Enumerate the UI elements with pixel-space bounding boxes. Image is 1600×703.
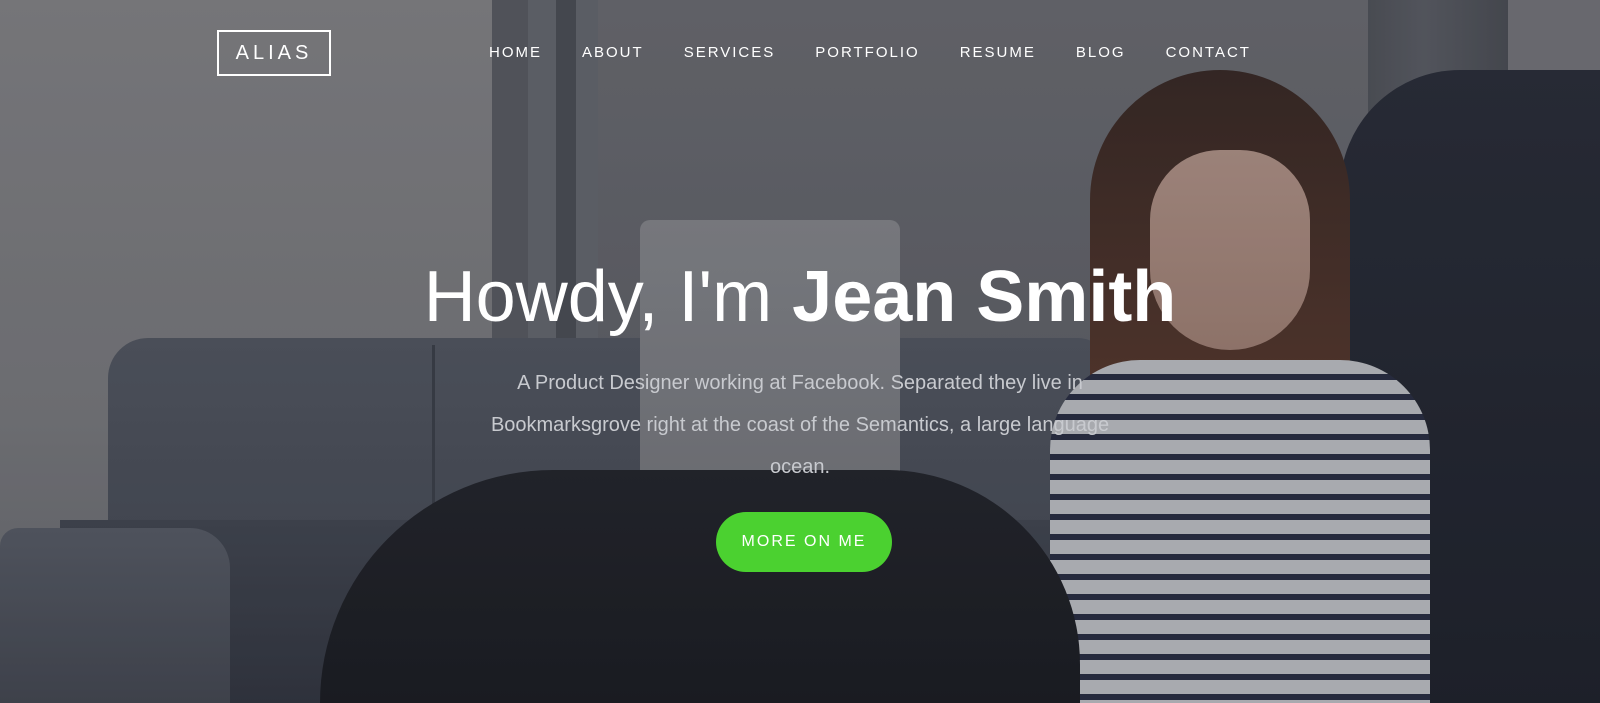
nav-blog[interactable]: BLOG	[1076, 44, 1126, 61]
hero-headline: Howdy, I'm Jean Smith	[0, 252, 1600, 342]
hero-greeting: Howdy, I'm	[423, 257, 793, 337]
hero-intro: A Product Designer working at Facebook. …	[490, 372, 1110, 478]
nav-contact[interactable]: CONTACT	[1166, 44, 1251, 61]
hero-name: Jean Smith	[792, 257, 1177, 337]
nav-services[interactable]: SERVICES	[684, 44, 776, 61]
nav-portfolio[interactable]: PORTFOLIO	[815, 44, 919, 61]
main-nav: HOME ABOUT SERVICES PORTFOLIO RESUME BLO…	[489, 44, 1291, 61]
nav-home[interactable]: HOME	[489, 44, 542, 61]
hero-section: ALIAS HOME ABOUT SERVICES PORTFOLIO RESU…	[0, 0, 1600, 703]
hero-background-photo	[0, 0, 1600, 703]
site-logo[interactable]: ALIAS	[217, 30, 331, 76]
nav-about[interactable]: ABOUT	[582, 44, 644, 61]
nav-resume[interactable]: RESUME	[960, 44, 1036, 61]
more-on-me-button[interactable]: MORE ON ME	[716, 512, 892, 572]
